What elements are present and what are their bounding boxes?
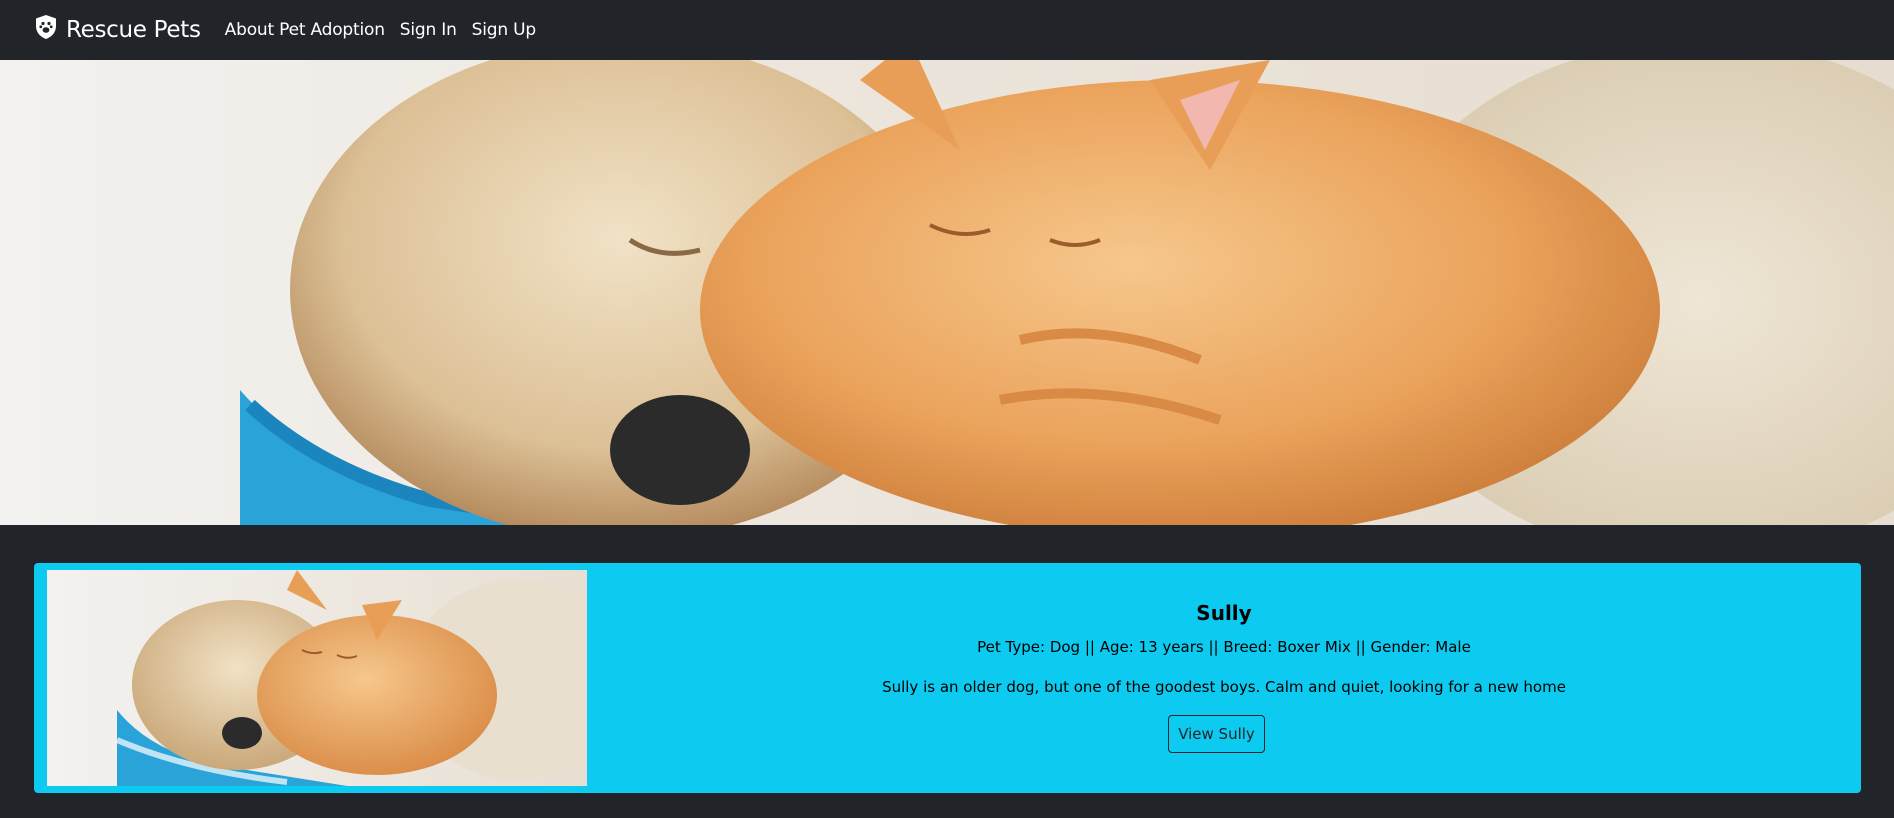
brand-link[interactable]: Rescue Pets: [34, 14, 201, 46]
pet-name: Sully: [1196, 601, 1252, 625]
view-pet-button[interactable]: View Sully: [1168, 715, 1265, 753]
nav-link-about[interactable]: About Pet Adoption: [225, 20, 385, 40]
pet-photo: [47, 570, 587, 786]
pet-info: Pet Type: Dog || Age: 13 years || Breed:…: [977, 638, 1471, 656]
pet-card-body: Sully Pet Type: Dog || Age: 13 years || …: [587, 563, 1861, 793]
pet-card: Sully Pet Type: Dog || Age: 13 years || …: [34, 563, 1861, 793]
pet-description: Sully is an older dog, but one of the go…: [882, 678, 1566, 696]
nav-link-sign-in[interactable]: Sign In: [400, 20, 457, 40]
brand-name: Rescue Pets: [66, 17, 201, 43]
navbar: Rescue Pets About Pet Adoption Sign In S…: [0, 0, 1894, 60]
hero-banner-image: [0, 60, 1894, 525]
shield-paw-icon: [34, 14, 66, 46]
nav-link-sign-up[interactable]: Sign Up: [472, 20, 537, 40]
